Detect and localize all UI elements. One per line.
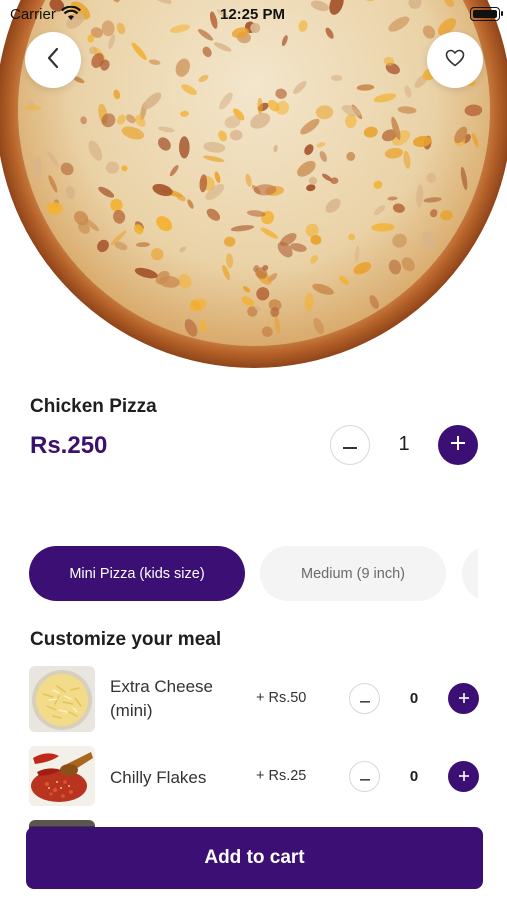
- product-price: Rs.250: [30, 432, 108, 459]
- size-option-medium[interactable]: Medium (9 inch): [260, 546, 446, 601]
- addon-name-chilly-flakes: Chilly Flakes: [110, 768, 207, 787]
- addon-increase-button-chilly-flakes[interactable]: [448, 761, 479, 792]
- extra-cheese-image: [29, 666, 95, 732]
- addon-quantity-chilly-flakes: 0: [409, 768, 419, 785]
- wifi-icon: [61, 5, 81, 26]
- addon-price-extra-cheese: + Rs.50: [256, 690, 307, 706]
- add-to-cart-button[interactable]: Add to cart: [26, 827, 483, 889]
- favorite-button[interactable]: [427, 32, 483, 88]
- customize-title: Customize your meal: [30, 629, 222, 650]
- clock: 12:25 PM: [220, 6, 286, 23]
- chevron-left-icon: [46, 47, 60, 74]
- addon-increase-button-extra-cheese[interactable]: [448, 683, 479, 714]
- addon-decrease-button-extra-cheese[interactable]: [349, 683, 380, 714]
- minus-icon: [359, 768, 370, 786]
- quantity-decrease-button[interactable]: [330, 425, 370, 465]
- chilly-flakes-image: [29, 746, 95, 806]
- size-option-mini[interactable]: Mini Pizza (kids size): [29, 546, 245, 601]
- back-button[interactable]: [25, 32, 81, 88]
- addon-decrease-button-chilly-flakes[interactable]: [349, 761, 380, 792]
- status-bar: Carrier 12:25 PM: [0, 0, 507, 30]
- quantity-increase-button[interactable]: [438, 425, 478, 465]
- battery-icon: [470, 7, 503, 21]
- addon-name-extra-cheese: Extra Cheese (mini): [110, 677, 213, 720]
- plus-icon: [458, 690, 469, 708]
- carrier-label: Carrier: [10, 6, 56, 23]
- product-name: Chicken Pizza: [30, 396, 157, 417]
- addon-quantity-extra-cheese: 0: [409, 690, 419, 707]
- plus-icon: [451, 435, 465, 455]
- heart-outline-icon: [445, 49, 465, 72]
- addon-price-chilly-flakes: + Rs.25: [256, 768, 307, 784]
- minus-icon: [359, 690, 370, 708]
- quantity-value: 1: [398, 433, 410, 455]
- product-hero: Carrier 12:25 PM: [0, 0, 507, 370]
- plus-icon: [458, 768, 469, 786]
- size-option-next[interactable]: [462, 546, 478, 601]
- minus-icon: [343, 436, 357, 454]
- size-selector: Mini Pizza (kids size) Medium (9 inch): [0, 546, 478, 602]
